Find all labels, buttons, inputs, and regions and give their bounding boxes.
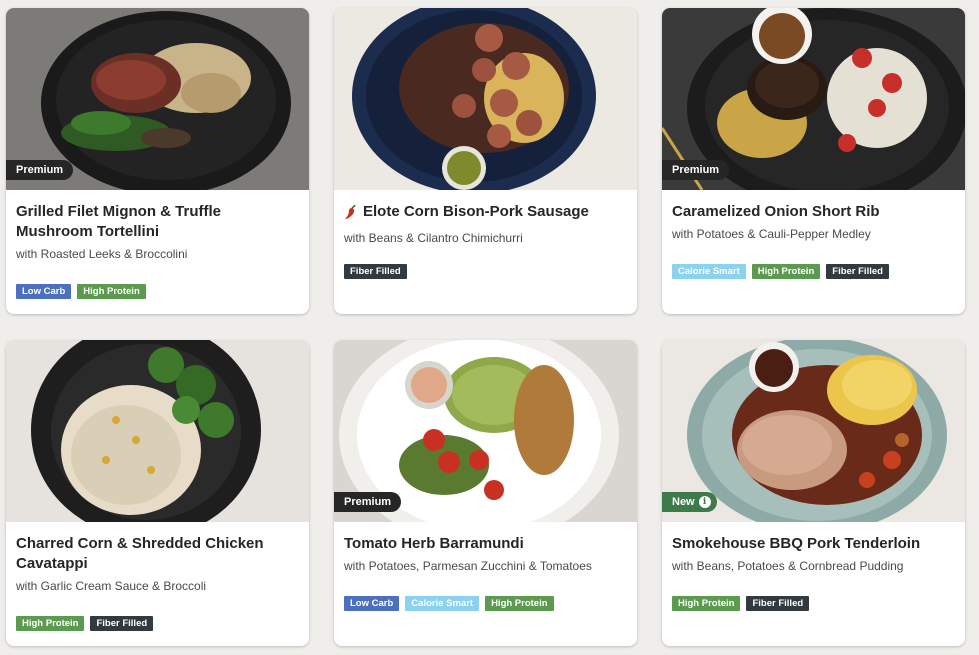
badge-fiber-filled: Fiber Filled <box>826 264 889 279</box>
badge-row: Fiber Filled <box>344 264 407 279</box>
meal-card[interactable]: Elote Corn Bison-Pork Sausage with Beans… <box>334 8 637 314</box>
meal-photo[interactable] <box>6 340 309 522</box>
meal-card[interactable]: New i Smokehouse BBQ Pork Tenderloin wit… <box>662 340 965 646</box>
badge-high-protein: High Protein <box>16 616 85 631</box>
new-tag-label: New <box>672 496 695 508</box>
badge-row: Calorie Smart High Protein Fiber Filled <box>672 264 889 279</box>
meal-title[interactable]: Charred Corn & Shredded Chicken Cavatapp… <box>16 534 299 574</box>
badge-calorie-smart: Calorie Smart <box>672 264 746 279</box>
meal-subtitle: with Beans, Potatoes & Cornbread Pudding <box>672 559 904 573</box>
premium-tag: Premium <box>334 492 402 512</box>
meal-card[interactable]: Premium Tomato Herb Barramundi with Pota… <box>334 340 637 646</box>
meal-title[interactable]: Grilled Filet Mignon & Truffle Mushroom … <box>16 202 299 242</box>
meal-card[interactable]: Premium Caramelized Onion Short Rib with… <box>662 8 965 314</box>
meal-subtitle: with Garlic Cream Sauce & Broccoli <box>16 579 207 593</box>
meal-title[interactable]: Smokehouse BBQ Pork Tenderloin <box>672 534 955 554</box>
meal-subtitle: with Beans & Cilantro Chimichurri <box>344 231 523 245</box>
badge-low-carb: Low Carb <box>16 284 72 299</box>
badge-high-protein: High Protein <box>77 284 146 299</box>
badge-fiber-filled: Fiber Filled <box>344 264 407 279</box>
chili-pepper-icon <box>344 204 358 226</box>
meal-card[interactable]: Premium Grilled Filet Mignon & Truffle M… <box>6 8 309 314</box>
meal-title[interactable]: Elote Corn Bison-Pork Sausage <box>363 202 589 222</box>
meal-subtitle: with Roasted Leeks & Broccolini <box>16 247 188 261</box>
badge-fiber-filled: Fiber Filled <box>90 616 154 631</box>
badge-row: High Protein Fiber Filled <box>672 596 810 611</box>
meal-image <box>334 8 637 190</box>
meal-image <box>6 340 309 522</box>
meal-photo[interactable]: Premium <box>334 340 637 522</box>
badge-fiber-filled: Fiber Filled <box>746 596 810 611</box>
meal-card[interactable]: Charred Corn & Shredded Chicken Cavatapp… <box>6 340 309 646</box>
info-icon[interactable]: i <box>698 496 711 508</box>
badge-low-carb: Low Carb <box>344 596 400 611</box>
badge-high-protein: High Protein <box>672 596 741 611</box>
premium-tag: Premium <box>662 160 730 180</box>
meal-photo[interactable]: Premium <box>662 8 965 190</box>
premium-tag: Premium <box>6 160 74 180</box>
meal-title[interactable]: Caramelized Onion Short Rib <box>672 202 955 222</box>
badge-row: Low Carb High Protein <box>16 284 146 299</box>
badge-high-protein: High Protein <box>485 596 554 611</box>
meal-photo[interactable] <box>334 8 637 190</box>
meal-subtitle: with Potatoes & Cauli-Pepper Medley <box>672 227 871 241</box>
badge-row: Low Carb Calorie Smart High Protein <box>344 596 554 611</box>
badge-high-protein: High Protein <box>751 264 821 279</box>
badge-row: High Protein Fiber Filled <box>16 616 154 631</box>
meal-photo[interactable]: Premium <box>6 8 309 190</box>
badge-calorie-smart: Calorie Smart <box>405 596 480 611</box>
meal-subtitle: with Potatoes, Parmesan Zucchini & Tomat… <box>344 559 592 573</box>
new-tag[interactable]: New i <box>662 492 717 512</box>
meal-title-row[interactable]: Elote Corn Bison-Pork Sausage <box>344 202 627 226</box>
meal-photo[interactable]: New i <box>662 340 965 522</box>
meal-title[interactable]: Tomato Herb Barramundi <box>344 534 627 554</box>
